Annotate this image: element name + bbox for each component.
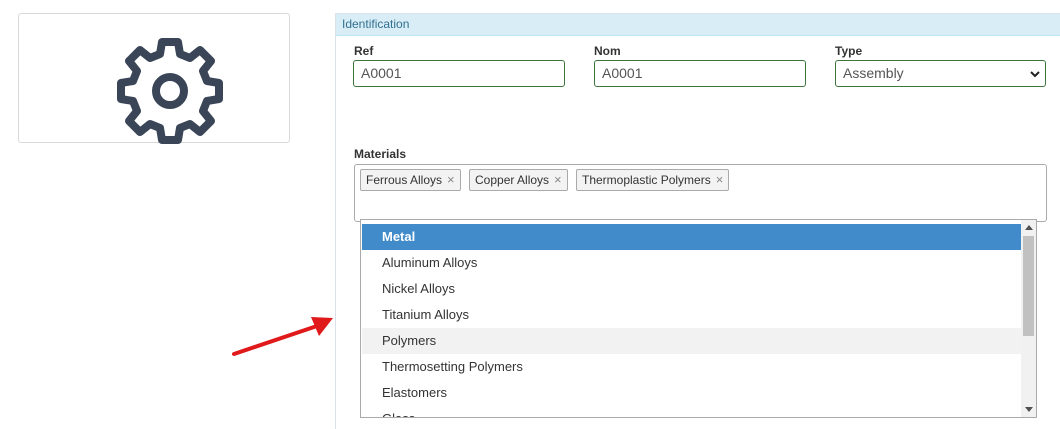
material-tag-label: Thermoplastic Polymers — [582, 173, 711, 187]
dropdown-option[interactable]: Thermosetting Polymers — [362, 354, 1021, 380]
dropdown-option[interactable]: Glass — [362, 406, 1021, 417]
annotation-arrow-icon — [232, 317, 333, 356]
material-tag: Ferrous Alloys × — [360, 169, 461, 191]
scroll-up-icon[interactable] — [1025, 225, 1033, 230]
material-tag-label: Copper Alloys — [475, 173, 550, 187]
type-label: Type — [835, 44, 863, 58]
materials-multiselect[interactable]: Ferrous Alloys × Copper Alloys × Thermopla… — [354, 164, 1047, 222]
materials-label: Materials — [354, 147, 407, 161]
dropdown-option-metal[interactable]: Metal — [362, 224, 1021, 250]
chevron-down-icon — [1030, 71, 1040, 78]
image-placeholder — [18, 13, 290, 144]
panel-header: Identification — [336, 14, 1060, 36]
ref-label: Ref — [354, 44, 374, 58]
remove-tag-icon[interactable]: × — [716, 172, 724, 187]
materials-dropdown: Metal Aluminum Alloys Nickel Alloys Tita… — [360, 219, 1037, 418]
dropdown-option[interactable]: Aluminum Alloys — [362, 250, 1021, 276]
scroll-down-icon[interactable] — [1025, 407, 1033, 412]
material-tag: Thermoplastic Polymers × — [576, 169, 730, 191]
material-tag-label: Ferrous Alloys — [366, 173, 443, 187]
dropdown-option[interactable]: Titanium Alloys — [362, 302, 1021, 328]
ref-input[interactable]: A0001 — [353, 60, 565, 87]
nom-label: Nom — [594, 44, 621, 58]
type-select-value: Assembly — [843, 65, 904, 81]
dropdown-scrollbar[interactable] — [1021, 220, 1036, 417]
remove-tag-icon[interactable]: × — [554, 172, 562, 187]
dropdown-option-polymers[interactable]: Polymers — [362, 328, 1021, 354]
remove-tag-icon[interactable]: × — [447, 172, 455, 187]
type-select[interactable]: Assembly — [835, 60, 1046, 87]
dropdown-option[interactable]: Nickel Alloys — [362, 276, 1021, 302]
nom-input[interactable]: A0001 — [594, 60, 806, 87]
dropdown-option[interactable]: Elastomers — [362, 380, 1021, 406]
material-tag: Copper Alloys × — [469, 169, 568, 191]
gear-icon — [117, 38, 223, 144]
scrollbar-thumb[interactable] — [1023, 236, 1034, 336]
